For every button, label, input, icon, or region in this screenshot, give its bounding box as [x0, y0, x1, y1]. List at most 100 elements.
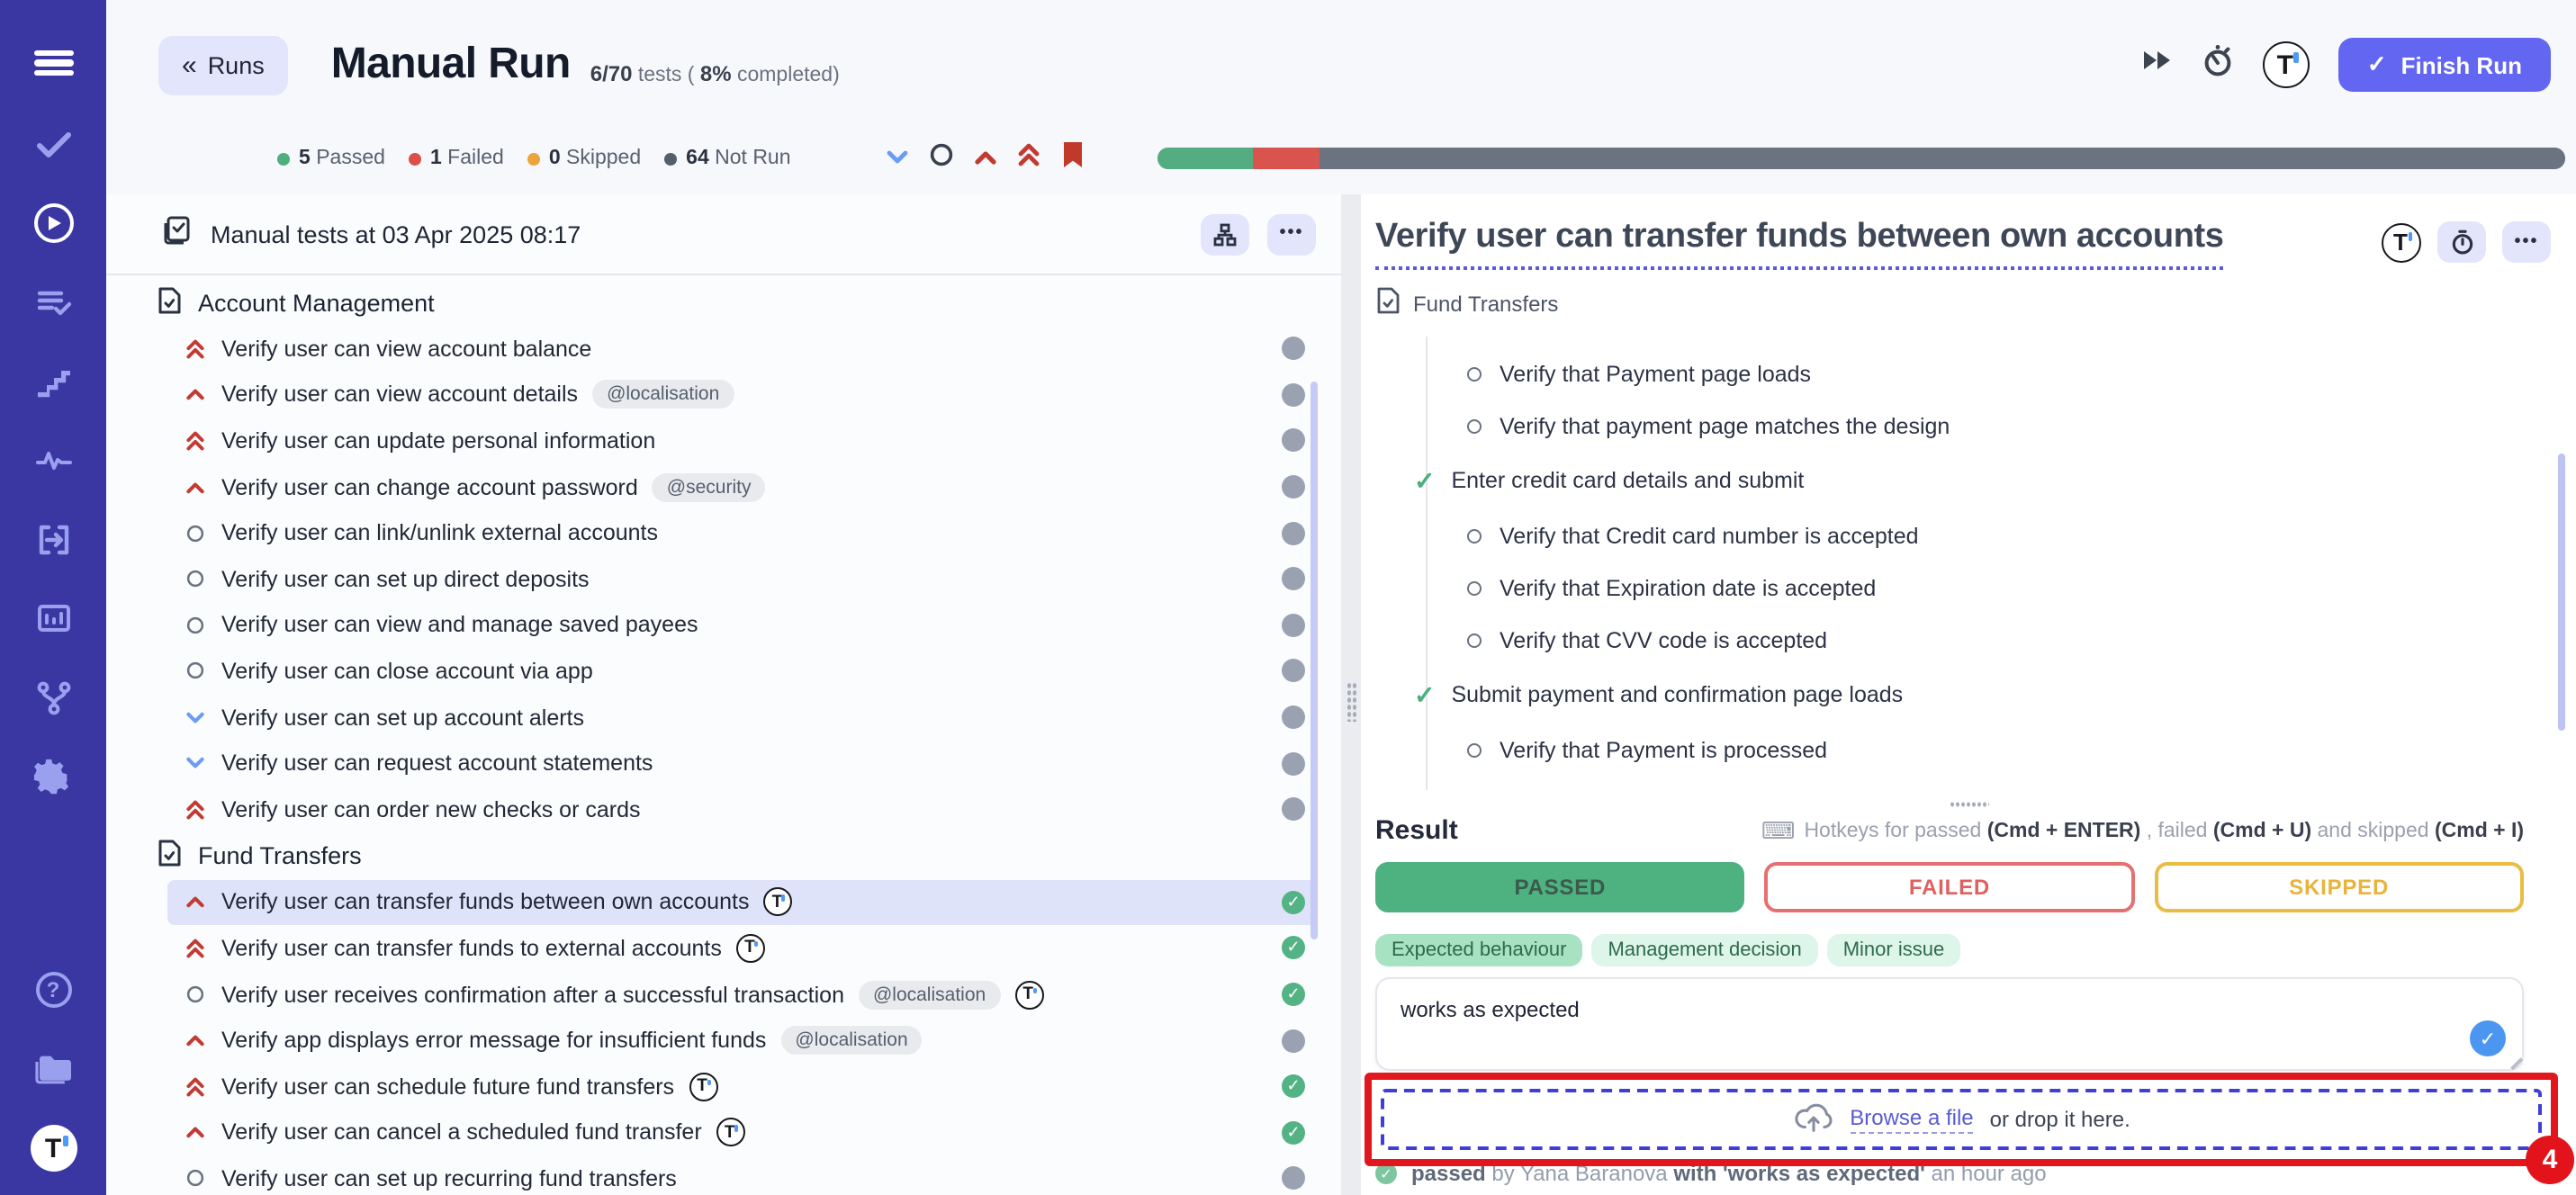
test-row[interactable]: Verify user can set up account alerts: [167, 695, 1316, 741]
tests-check-icon[interactable]: [0, 104, 106, 184]
test-status-notrun-icon[interactable]: [1282, 1029, 1305, 1052]
test-status-passed-icon[interactable]: ✓: [1282, 983, 1305, 1006]
milestones-icon[interactable]: [0, 342, 106, 421]
test-row[interactable]: Verify app displays error message for in…: [167, 1018, 1316, 1064]
skipped-button[interactable]: SKIPPED: [2154, 862, 2524, 912]
analytics-icon[interactable]: [0, 580, 106, 659]
quick-comment-tag[interactable]: Minor issue: [1827, 934, 1961, 966]
suite-section-1[interactable]: Fund Transfers: [106, 832, 1341, 879]
timer-icon[interactable]: [2202, 43, 2234, 86]
list-scrollbar[interactable]: [1311, 382, 1318, 939]
chevrons-left-icon: «: [182, 49, 195, 80]
test-tag: @security: [653, 472, 766, 501]
suite-name[interactable]: Fund Transfers: [1413, 291, 1558, 316]
test-automation-logo-icon[interactable]: T: [2382, 222, 2421, 262]
test-row[interactable]: Verify user can view and manage saved pa…: [167, 602, 1316, 648]
test-title[interactable]: Verify user can transfer funds between o…: [1375, 218, 2224, 270]
test-status-notrun-icon[interactable]: [1282, 429, 1305, 453]
step-main[interactable]: ✓Enter credit card details and submit: [1414, 452, 2576, 509]
test-row[interactable]: Verify user can request account statemen…: [167, 741, 1316, 786]
test-status-notrun-icon[interactable]: [1282, 1167, 1305, 1191]
step-bullet-icon: [1467, 366, 1482, 381]
run-more-button[interactable]: •••: [1267, 213, 1316, 255]
test-row[interactable]: Verify user can change account password@…: [167, 464, 1316, 510]
quick-comment-tag[interactable]: Management decision: [1591, 934, 1817, 966]
priority-important-filter-icon[interactable]: [1018, 141, 1041, 175]
branch-icon[interactable]: [0, 659, 106, 738]
test-row[interactable]: Verify user can set up direct deposits: [167, 556, 1316, 602]
priority-high-filter-icon[interactable]: [975, 142, 998, 175]
result-comment-box[interactable]: works as expected ✓: [1375, 977, 2524, 1071]
test-status-notrun-icon[interactable]: [1282, 568, 1305, 591]
back-to-runs-button[interactable]: «Runs: [158, 35, 288, 94]
panel-splitter[interactable]: [1341, 194, 1361, 1195]
failed-button[interactable]: FAILED: [1765, 862, 2135, 912]
settings-gear-icon[interactable]: [0, 738, 106, 817]
comment-text[interactable]: works as expected: [1401, 997, 1580, 1022]
test-row[interactable]: Verify user can transfer funds between o…: [167, 879, 1316, 925]
collapse-chevron-icon[interactable]: [887, 142, 910, 175]
resize-handle-icon[interactable]: [2503, 1050, 2524, 1071]
test-status-notrun-icon[interactable]: [1282, 660, 1305, 683]
fast-forward-icon[interactable]: [2142, 49, 2173, 81]
step-sub[interactable]: Verify that Payment is processed: [1428, 723, 2576, 776]
pulse-icon[interactable]: [0, 421, 106, 500]
submit-comment-button[interactable]: ✓: [2470, 1020, 2506, 1056]
test-row[interactable]: Verify user can cancel a scheduled fund …: [167, 1110, 1316, 1155]
test-row[interactable]: Verify user can order new checks or card…: [167, 786, 1316, 832]
step-sub[interactable]: Verify that Expiration date is accepted: [1428, 562, 2576, 614]
test-status-notrun-icon[interactable]: [1282, 705, 1305, 729]
test-row[interactable]: Verify user can link/unlink external acc…: [167, 510, 1316, 556]
test-status-notrun-icon[interactable]: [1282, 383, 1305, 407]
step-main[interactable]: ✓Submit payment and confirmation page lo…: [1414, 666, 2576, 723]
suite-section-0[interactable]: Account Management: [106, 279, 1341, 326]
test-row-title: Verify user can update personal informat…: [221, 428, 655, 454]
test-row[interactable]: Verify user can schedule future fund tra…: [167, 1064, 1316, 1110]
test-row[interactable]: Verify user can view account balance: [167, 326, 1316, 372]
projects-folder-icon[interactable]: [0, 1029, 106, 1109]
test-status-notrun-icon[interactable]: [1282, 751, 1305, 775]
test-status-notrun-icon[interactable]: [1282, 521, 1305, 544]
test-status-notrun-icon[interactable]: [1282, 797, 1305, 821]
step-sub[interactable]: Verify that CVV code is accepted: [1428, 614, 2576, 666]
menu-icon[interactable]: [0, 22, 106, 104]
test-row-title: Verify user can view account details: [221, 382, 578, 408]
import-icon[interactable]: [0, 500, 106, 580]
step-sub[interactable]: Verify that Credit card number is accept…: [1428, 509, 2576, 562]
browse-file-link[interactable]: Browse a file: [1850, 1105, 1973, 1134]
test-status-notrun-icon[interactable]: [1282, 614, 1305, 637]
step-sub[interactable]: Verify that Payment page loads: [1428, 347, 2576, 400]
step-bullet-icon: [1467, 580, 1482, 595]
test-row[interactable]: Verify user can close account via app: [167, 648, 1316, 694]
test-row[interactable]: Verify user can view account details@loc…: [167, 372, 1316, 418]
steps-scrollbar[interactable]: [2558, 454, 2565, 731]
test-status-notrun-icon[interactable]: [1282, 337, 1305, 361]
testomat-logo[interactable]: T: [0, 1109, 106, 1188]
tree-view-button[interactable]: [1201, 213, 1249, 255]
test-row[interactable]: Verify user receives confirmation after …: [167, 971, 1316, 1017]
test-row[interactable]: Verify user can set up recurring fund tr…: [167, 1155, 1316, 1195]
file-dropzone[interactable]: Browse a file or drop it here.: [1381, 1089, 2542, 1150]
test-plans-icon[interactable]: [0, 263, 106, 342]
splitter-handle-icon[interactable]: [1346, 682, 1356, 722]
test-timer-button[interactable]: [2437, 221, 2486, 263]
finish-run-button[interactable]: ✓Finish Run: [2338, 38, 2551, 92]
test-status-notrun-icon[interactable]: [1282, 475, 1305, 499]
test-status-passed-icon[interactable]: ✓: [1282, 891, 1305, 914]
quick-comment-tag[interactable]: Expected behaviour: [1375, 934, 1582, 966]
help-icon[interactable]: ?: [0, 950, 106, 1029]
test-row[interactable]: Verify user can update personal informat…: [167, 418, 1316, 463]
testomat-badge-icon[interactable]: T: [2263, 41, 2310, 88]
runs-play-icon[interactable]: [0, 184, 106, 263]
passed-button[interactable]: PASSED: [1375, 862, 1745, 912]
bookmark-filter-icon[interactable]: [1061, 139, 1086, 177]
test-more-button[interactable]: •••: [2502, 221, 2551, 263]
suite-doc-icon: [157, 839, 182, 873]
test-row[interactable]: Verify user can transfer funds to extern…: [167, 925, 1316, 971]
test-status-passed-icon[interactable]: ✓: [1282, 1074, 1305, 1098]
test-status-passed-icon[interactable]: ✓: [1282, 1121, 1305, 1145]
priority-normal-filter-icon[interactable]: [930, 141, 955, 175]
progress-segment: [1158, 148, 1253, 169]
test-status-passed-icon[interactable]: ✓: [1282, 937, 1305, 960]
step-sub[interactable]: Verify that payment page matches the des…: [1428, 400, 2576, 452]
